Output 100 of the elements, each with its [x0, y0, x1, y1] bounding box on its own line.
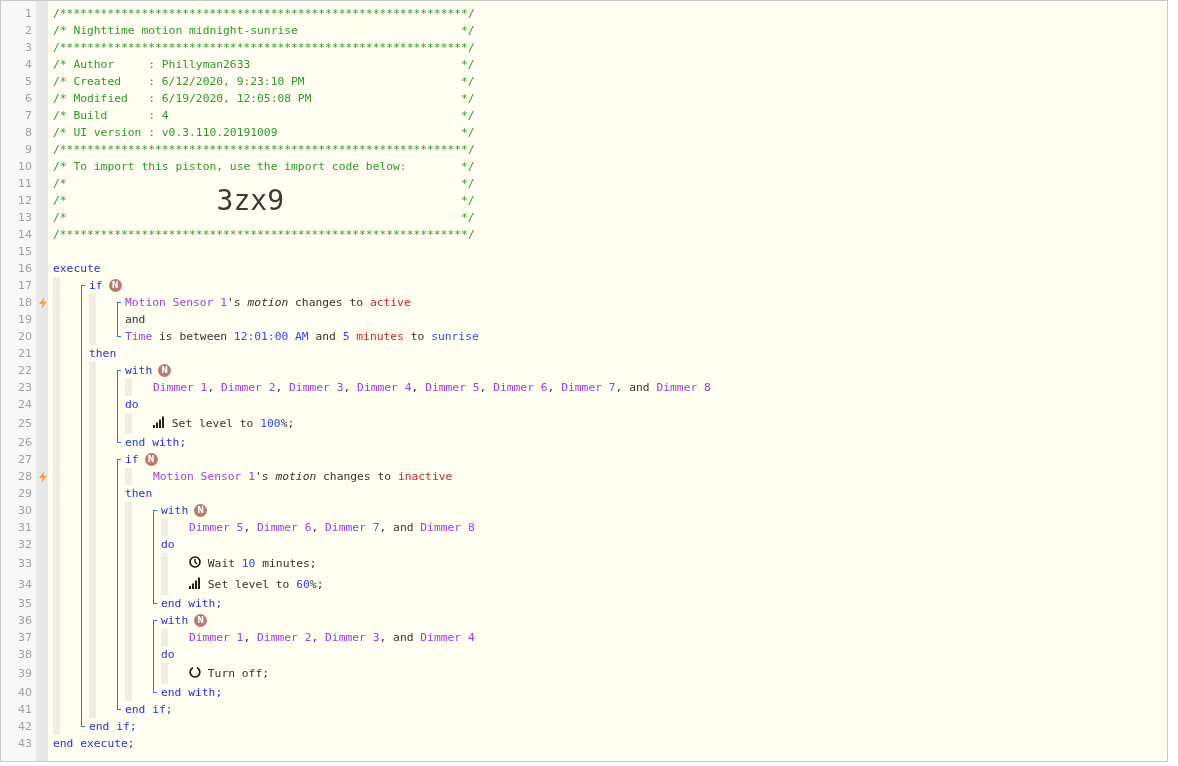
clock-icon	[189, 555, 201, 568]
line-number: 37	[17, 631, 32, 644]
code-text: Wait 10 minutes;	[206, 556, 317, 571]
code-text: /* Build : 4	[53, 108, 169, 123]
code-text: /* UI version : v0.3.110.20191009	[53, 125, 278, 140]
status-badge[interactable]: N	[108, 279, 122, 292]
line-number: 7	[24, 109, 32, 122]
line-number: 42	[17, 720, 32, 733]
status-badge[interactable]: N	[194, 614, 208, 627]
line-number: 16	[17, 262, 32, 275]
code-text: do	[161, 647, 175, 662]
code-text: then	[89, 346, 117, 361]
code-text: /* Modified : 6/19/2020, 12:05:08 PM	[53, 91, 312, 106]
code-text: Time is between 12:01:00 AM and 5 minutes to sunrise	[125, 329, 479, 344]
code-text: */	[461, 176, 475, 191]
line-number: 40	[17, 686, 32, 699]
line-number: 12	[17, 194, 32, 207]
line-number: 43	[17, 737, 32, 750]
code-text: Dimmer 1, Dimmer 2, Dimmer 3, and Dimmer 4	[189, 630, 475, 645]
code-text: with	[161, 613, 189, 628]
code-text: */	[461, 210, 475, 225]
code-text: */	[461, 91, 475, 106]
line-number: 18	[17, 296, 32, 309]
line-number: 41	[17, 703, 32, 716]
code-text: then	[125, 486, 153, 501]
code-text: Set level to 60%;	[206, 577, 324, 592]
line-number: 20	[17, 330, 32, 343]
code-text: /* To import this piston, use the import code below:	[53, 159, 407, 174]
line-number: 19	[17, 313, 32, 326]
code-text: end if;	[125, 702, 173, 717]
line-number: 36	[17, 614, 32, 627]
line-number: 30	[17, 504, 32, 517]
line-number: 14	[17, 228, 32, 241]
line-number: 33	[17, 557, 32, 570]
line-number: 35	[17, 597, 32, 610]
code-text: /************************************************************/	[53, 142, 475, 157]
line-number: 17	[17, 279, 32, 292]
line-number: 9	[24, 143, 32, 156]
line-number: 22	[17, 364, 32, 377]
code-text: */	[461, 57, 475, 72]
code-text: Turn off;	[206, 666, 269, 681]
code-text: /* Author : Phillyman2633	[53, 57, 251, 72]
line-number: 4	[24, 58, 32, 71]
code-text: end with;	[161, 685, 223, 700]
code-text: */	[461, 74, 475, 89]
code-text: /* Created : 6/12/2020, 9:23:10 PM	[53, 74, 305, 89]
status-badge[interactable]: N	[144, 453, 158, 466]
code-text: Set level to 100%;	[170, 416, 295, 431]
block-bracket	[117, 302, 121, 337]
line-number: 2	[24, 24, 32, 37]
line-number: 3	[24, 41, 32, 54]
code-text: do	[125, 397, 139, 412]
line-number: 13	[17, 211, 32, 224]
line-number: 31	[17, 521, 32, 534]
code-text: and	[125, 312, 146, 327]
code-text: if	[125, 452, 139, 467]
line-number: 38	[17, 648, 32, 661]
code-text: */	[461, 23, 475, 38]
line-number: 34	[17, 578, 32, 591]
line-number: 23	[17, 381, 32, 394]
line-number: 29	[17, 487, 32, 500]
status-badge[interactable]: N	[158, 364, 172, 377]
code-text: Dimmer 5, Dimmer 6, Dimmer 7, and Dimmer 8	[189, 520, 475, 535]
line-number: 6	[24, 92, 32, 105]
code-text: with	[125, 363, 153, 378]
code-text: */	[461, 125, 475, 140]
code-text: end if;	[89, 719, 137, 734]
code-text: */	[461, 159, 475, 174]
code-text: /************************************************************/	[53, 227, 475, 242]
code-text: end with;	[125, 435, 187, 450]
code-text: do	[161, 537, 175, 552]
code-text: if	[89, 278, 103, 293]
line-number: 21	[17, 347, 32, 360]
line-number: 39	[17, 667, 32, 680]
code-text: /*	[53, 176, 67, 191]
code-text: with	[161, 503, 189, 518]
line-number: 28	[17, 470, 32, 483]
code-text: /************************************************************/	[53, 40, 475, 55]
line-number: 26	[17, 436, 32, 449]
line-number: 24	[17, 398, 32, 411]
line-number: 10	[17, 160, 32, 173]
code-text: Dimmer 1, Dimmer 2, Dimmer 3, Dimmer 4, Dimmer 5, Dimmer 6, Dimmer 7, and Dimmer 8	[153, 380, 711, 395]
line-number: 1	[24, 7, 32, 20]
signal-bars-icon	[189, 576, 201, 589]
code-text: execute	[53, 261, 101, 276]
code-text: /*	[53, 193, 67, 208]
signal-bars-icon	[153, 415, 165, 428]
line-number: 11	[17, 177, 32, 190]
code-text: end execute;	[53, 736, 135, 751]
code-text: */	[461, 108, 475, 123]
code-text: Motion Sensor 1's motion changes to active	[125, 295, 411, 310]
power-icon	[189, 665, 201, 678]
code-text: /************************************************************/	[53, 6, 475, 21]
line-number: 8	[24, 126, 32, 139]
status-badge[interactable]: N	[194, 504, 208, 517]
code-text: /*	[53, 210, 67, 225]
code-text: end with;	[161, 596, 223, 611]
line-number: 25	[17, 417, 32, 430]
code-text: /* Nighttime motion midnight-sunrise	[53, 23, 298, 38]
line-number: 5	[24, 75, 32, 88]
